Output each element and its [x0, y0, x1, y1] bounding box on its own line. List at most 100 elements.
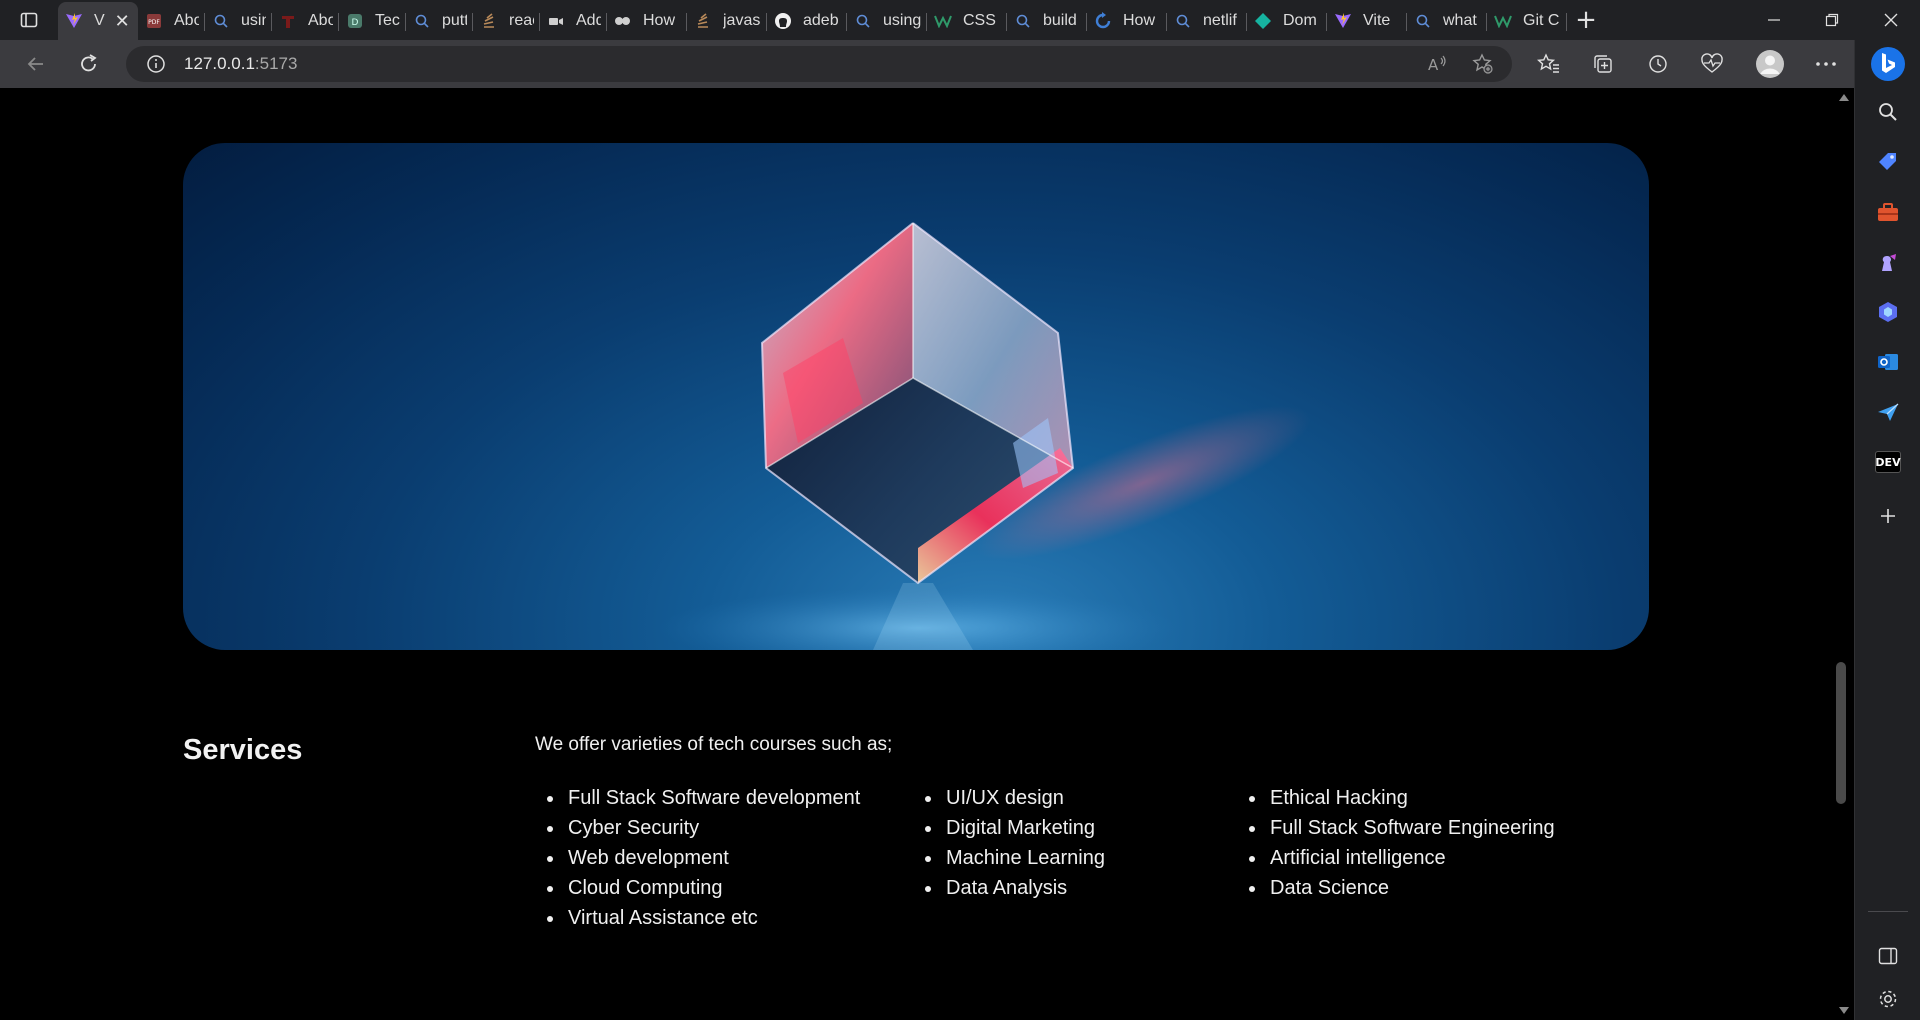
tab-title: CSS	[963, 12, 996, 29]
collections-button[interactable]	[1583, 44, 1623, 84]
chess-piece-icon	[1882, 254, 1896, 271]
sidebar-add-button[interactable]	[1868, 496, 1908, 536]
scroll-up-arrow-icon[interactable]	[1838, 92, 1850, 102]
tab[interactable]: PDF Abou	[138, 6, 205, 36]
list-item: Artificial intelligence	[1237, 843, 1555, 873]
tab-actions-icon	[20, 12, 38, 28]
tab[interactable]: react	[473, 6, 540, 36]
tab-title: Add	[576, 12, 601, 29]
address-bar[interactable]: 127.0.0.1:5173 A	[126, 46, 1512, 82]
tab[interactable]: Dom	[1247, 6, 1327, 36]
collections-icon	[1594, 55, 1612, 73]
new-tab-button[interactable]: +	[1567, 0, 1605, 40]
list-item: Virtual Assistance etc	[535, 903, 860, 933]
hide-sidebar-button[interactable]	[1868, 936, 1908, 976]
tab-title: react	[509, 12, 534, 29]
svg-text:PDF: PDF	[148, 19, 160, 26]
sidebar-shopping-button[interactable]	[1868, 142, 1908, 182]
edge-sidebar: DEV	[1854, 40, 1920, 1020]
services-list-column-3: Ethical Hacking Full Stack Software Engi…	[1237, 783, 1555, 903]
bing-copilot-button[interactable]	[1868, 44, 1908, 84]
tab[interactable]: puttir	[406, 6, 473, 36]
dev-logo-icon: DEV	[1875, 451, 1901, 473]
sidebar-games-button[interactable]	[1868, 242, 1908, 282]
profile-button[interactable]	[1750, 44, 1790, 84]
teal-diamond-icon	[1253, 11, 1273, 31]
scrollbar-thumb[interactable]	[1836, 662, 1846, 804]
bing-icon	[1871, 47, 1905, 81]
sidebar-tools-button[interactable]	[1868, 192, 1908, 232]
sidebar-drop-button[interactable]	[1868, 392, 1908, 432]
svg-text:A: A	[1428, 56, 1439, 74]
tab[interactable]: Abou	[272, 6, 339, 36]
sidebar-search-button[interactable]	[1868, 92, 1908, 132]
plus-icon: +	[1575, 5, 1597, 35]
history-button[interactable]	[1638, 44, 1678, 84]
heart-pulse-icon	[1701, 53, 1723, 73]
tab[interactable]: build	[1007, 6, 1087, 36]
tab[interactable]: Add	[540, 6, 607, 36]
performance-button[interactable]	[1692, 44, 1732, 84]
list-item: Ethical Hacking	[1237, 783, 1555, 813]
gear-icon	[1879, 990, 1897, 1008]
tab-title: Tech	[375, 12, 400, 29]
tab[interactable]: using	[847, 6, 927, 36]
page-scrollbar[interactable]	[1834, 88, 1854, 1020]
restore-button[interactable]	[1803, 0, 1861, 40]
tab[interactable]: CSS	[927, 6, 1007, 36]
back-arrow-icon	[27, 57, 43, 71]
tab-strip: V ✕ PDF Abou using Abou D Tech puttir reac…	[0, 0, 1920, 40]
tab-title: build	[1043, 12, 1077, 29]
list-item: Full Stack Software development	[535, 783, 860, 813]
sidebar-m365-button[interactable]	[1868, 292, 1908, 332]
plus-icon	[1881, 509, 1895, 523]
tab-title: using	[883, 12, 921, 29]
tab[interactable]: using	[205, 6, 272, 36]
shopping-tag-icon	[1879, 153, 1896, 170]
settings-more-button[interactable]	[1806, 44, 1846, 84]
history-icon	[1649, 55, 1667, 73]
tab[interactable]: How	[607, 6, 687, 36]
tab[interactable]: netlif	[1167, 6, 1247, 36]
tab-title: adeb	[803, 12, 839, 29]
tab[interactable]: javas	[687, 6, 767, 36]
search-icon	[1879, 103, 1897, 121]
scroll-down-arrow-icon[interactable]	[1838, 1006, 1850, 1016]
camera-icon	[613, 11, 633, 31]
tab[interactable]: D Tech	[339, 6, 406, 36]
close-window-button[interactable]	[1862, 0, 1920, 40]
tab-title: V	[94, 12, 105, 29]
tab[interactable]: How	[1087, 6, 1167, 36]
add-favorite-icon[interactable]	[1463, 46, 1503, 82]
read-aloud-icon[interactable]: A	[1418, 46, 1458, 82]
back-button[interactable]	[14, 44, 58, 84]
refresh-logo-icon	[1093, 11, 1113, 31]
vite-logo-icon	[64, 11, 84, 31]
send-icon	[1878, 403, 1899, 421]
tab-title: what	[1443, 12, 1477, 29]
url-port: :5173	[254, 54, 298, 73]
dev-label: DEV	[1875, 455, 1901, 469]
sidebar-outlook-button[interactable]	[1868, 342, 1908, 382]
tab-title: netlif	[1203, 12, 1237, 29]
tab-title: Abou	[308, 12, 333, 29]
tab-actions-button[interactable]	[0, 0, 58, 40]
tab-active[interactable]: V ✕	[58, 2, 138, 40]
favorites-button[interactable]	[1529, 44, 1569, 84]
refresh-button[interactable]	[67, 44, 111, 84]
vite-logo-icon	[1333, 11, 1353, 31]
tab[interactable]: Vite	[1327, 6, 1407, 36]
tab[interactable]: Git C	[1487, 6, 1567, 36]
tab[interactable]: what	[1407, 6, 1487, 36]
tab-title: Dom	[1283, 12, 1317, 29]
search-icon	[412, 11, 432, 31]
sidebar-settings-button[interactable]	[1868, 979, 1908, 1019]
sidebar-dev-button[interactable]: DEV	[1868, 442, 1908, 482]
outlook-icon	[1878, 354, 1898, 370]
tab[interactable]: adeb	[767, 6, 847, 36]
site-info-icon[interactable]	[138, 54, 174, 74]
close-tab-icon[interactable]: ✕	[115, 11, 130, 32]
minimize-button[interactable]	[1745, 0, 1803, 40]
tab-title: Abou	[174, 12, 199, 29]
green-square-icon: D	[345, 11, 365, 31]
